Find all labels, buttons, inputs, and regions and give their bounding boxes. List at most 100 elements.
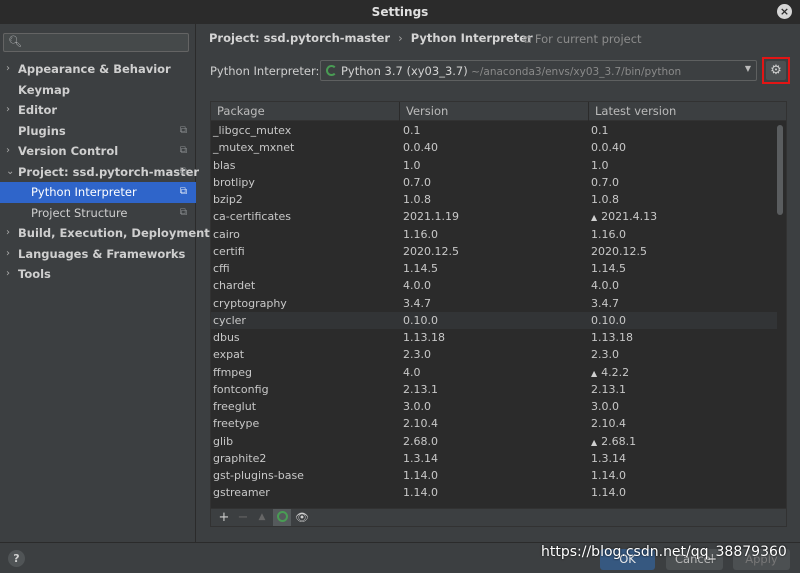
gear-highlight: ⚙ (762, 57, 790, 84)
table-row[interactable]: gst-plugins-base 1.14.0 1.14.0 (211, 467, 777, 484)
package-name: blas (213, 158, 236, 172)
table-row[interactable]: freeglut 3.0.0 3.0.0 (211, 398, 777, 415)
latest-version-text: 2.13.1 (591, 382, 626, 396)
upgrade-package-button[interactable]: ▲ (253, 509, 271, 526)
package-version: 4.0.0 (403, 279, 431, 293)
window-title: Settings (371, 5, 429, 19)
table-row[interactable]: brotlipy 0.7.0 0.7.0 (211, 174, 777, 191)
package-name: cycler (213, 313, 246, 327)
package-name: cffi (213, 262, 230, 275)
package-table: Package Version Latest version _libgcc_m… (210, 101, 787, 509)
table-row[interactable]: bzip2 1.0.8 1.0.8 (211, 191, 777, 208)
eye-icon[interactable]: 👁 (293, 509, 311, 526)
table-header: Package Version Latest version (211, 102, 786, 121)
sidebar-item-label: Build, Execution, Deployment (18, 226, 210, 240)
chevron-down-icon: ▼ (744, 64, 751, 73)
table-row[interactable]: cryptography 3.4.7 3.4.7 (211, 295, 777, 312)
sidebar-item[interactable]: Plugins ⧉ (0, 121, 196, 142)
interpreter-name: Python 3.7 (xy03_3.7) ~/anaconda3/envs/x… (341, 64, 681, 78)
sidebar-item[interactable]: › Version Control ⧉ (0, 141, 196, 162)
refresh-icon (276, 511, 288, 522)
search-input[interactable] (22, 34, 186, 51)
table-scrollbar[interactable] (777, 125, 783, 215)
interpreter-label: Python Interpreter: (210, 64, 320, 78)
package-version: 2021.1.19 (403, 210, 459, 224)
latest-version-text: 1.0.8 (591, 193, 619, 206)
chevron-icon: › (6, 104, 10, 115)
table-row[interactable]: fontconfig 2.13.1 2.13.1 (211, 381, 777, 398)
table-row[interactable]: cairo 1.16.0 1.16.0 (211, 226, 777, 243)
latest-version-text: 4.0.0 (591, 279, 619, 293)
sidebar-item[interactable]: › Languages & Frameworks (0, 244, 196, 265)
package-latest: 1.0.8 (591, 191, 619, 208)
table-row[interactable]: glib 2.68.0 ▲ 2.68.1 (211, 433, 777, 450)
package-version: 1.16.0 (403, 227, 438, 241)
package-version: 2.3.0 (403, 348, 431, 362)
package-latest: 2020.12.5 (591, 243, 647, 260)
package-name: cryptography (213, 296, 287, 310)
breadcrumb-project[interactable]: Project: ssd.pytorch-master (209, 31, 390, 45)
latest-version-text: 1.3.14 (591, 451, 626, 465)
package-name: cairo (213, 227, 240, 241)
package-name: glib (213, 434, 234, 448)
table-row[interactable]: expat 2.3.0 2.3.0 (211, 346, 777, 363)
package-version: 3.4.7 (403, 296, 431, 310)
add-package-button[interactable]: + (215, 509, 233, 526)
settings-sidebar: 🔍︎ › Appearance & Behavior Keymap › Editor Pl… (0, 24, 210, 542)
package-name: _mutex_mxnet (213, 141, 295, 155)
sidebar-item[interactable]: Project Structure ⧉ (0, 203, 196, 224)
package-latest: 1.13.18 (591, 329, 633, 346)
table-row[interactable]: ffmpeg 4.0 ▲ 4.2.2 (211, 364, 777, 381)
table-row[interactable]: dbus 1.13.18 1.13.18 (211, 329, 777, 346)
close-button[interactable]: × (777, 4, 792, 19)
package-latest: 1.14.0 (591, 467, 626, 484)
table-row[interactable]: freetype 2.10.4 2.10.4 (211, 415, 777, 432)
latest-version-text: 1.14.0 (591, 469, 626, 482)
table-row[interactable]: ca-certificates 2021.1.19 ▲ 2021.4.13 (211, 208, 777, 225)
sidebar-item-label: Project: ssd.pytorch-master (18, 164, 200, 179)
chevron-icon: › (6, 63, 10, 74)
table-row[interactable]: certifi 2020.12.5 2020.12.5 (211, 243, 777, 260)
refresh-interpreter-button[interactable] (273, 509, 291, 526)
package-latest: 1.14.5 (591, 260, 626, 277)
sidebar-item[interactable]: Python Interpreter ⧉ (0, 182, 196, 203)
latest-version-text: 2.3.0 (591, 348, 619, 362)
column-header-package[interactable]: Package (211, 102, 400, 121)
settings-nav: › Appearance & Behavior Keymap › Editor Plugi… (0, 59, 210, 285)
table-row[interactable]: gstreamer 1.14.0 1.14.0 (211, 484, 777, 501)
sidebar-item-label: Tools (18, 267, 51, 281)
help-button[interactable]: ? (8, 550, 25, 567)
sidebar-item[interactable]: Keymap (0, 80, 196, 101)
window-titlebar: Settings × (0, 0, 800, 24)
settings-search[interactable]: 🔍︎ (3, 33, 189, 52)
column-header-latest[interactable]: Latest version (589, 102, 786, 121)
sidebar-item[interactable]: › Appearance & Behavior (0, 59, 196, 80)
package-name: _libgcc_mutex (213, 124, 292, 137)
package-latest: 1.0 (591, 157, 609, 174)
table-row[interactable]: cffi 1.14.5 1.14.5 (211, 260, 777, 277)
remove-package-button[interactable]: − (234, 509, 252, 526)
table-row[interactable]: _libgcc_mutex 0.1 0.1 (211, 122, 777, 139)
sidebar-item[interactable]: ⌄ Project: ssd.pytorch-master ⧉ (0, 162, 200, 183)
package-version: 1.14.0 (403, 469, 438, 482)
table-row[interactable]: chardet 4.0.0 4.0.0 (211, 277, 777, 294)
sidebar-item[interactable]: › Tools (0, 264, 196, 285)
table-row[interactable]: graphite2 1.3.14 1.3.14 (211, 450, 777, 467)
column-header-version[interactable]: Version (400, 102, 589, 121)
sidebar-item[interactable]: › Editor (0, 100, 196, 121)
project-scope-icon: ⧉ (179, 145, 187, 156)
latest-version-text: 1.14.0 (591, 486, 626, 500)
upgrade-available-icon: ▲ (591, 213, 598, 223)
table-row[interactable]: blas 1.0 1.0 (211, 157, 777, 174)
package-version: 2.68.0 (403, 434, 438, 448)
table-row[interactable]: _mutex_mxnet 0.0.40 0.0.40 (211, 139, 777, 156)
scope-label: ⧉ For current project (523, 32, 642, 46)
main-panel: Project: ssd.pytorch-master › Python Inter… (197, 24, 800, 542)
sidebar-item[interactable]: › Build, Execution, Deployment (0, 223, 210, 244)
interpreter-select[interactable]: Python 3.7 (xy03_3.7) ~/anaconda3/envs/x… (320, 60, 757, 81)
table-row[interactable]: cycler 0.10.0 0.10.0 (211, 311, 777, 329)
gear-icon[interactable]: ⚙ (766, 61, 786, 80)
project-scope-icon: ⧉ (179, 124, 187, 136)
package-name: dbus (213, 331, 240, 344)
package-version: 1.0 (403, 158, 421, 172)
